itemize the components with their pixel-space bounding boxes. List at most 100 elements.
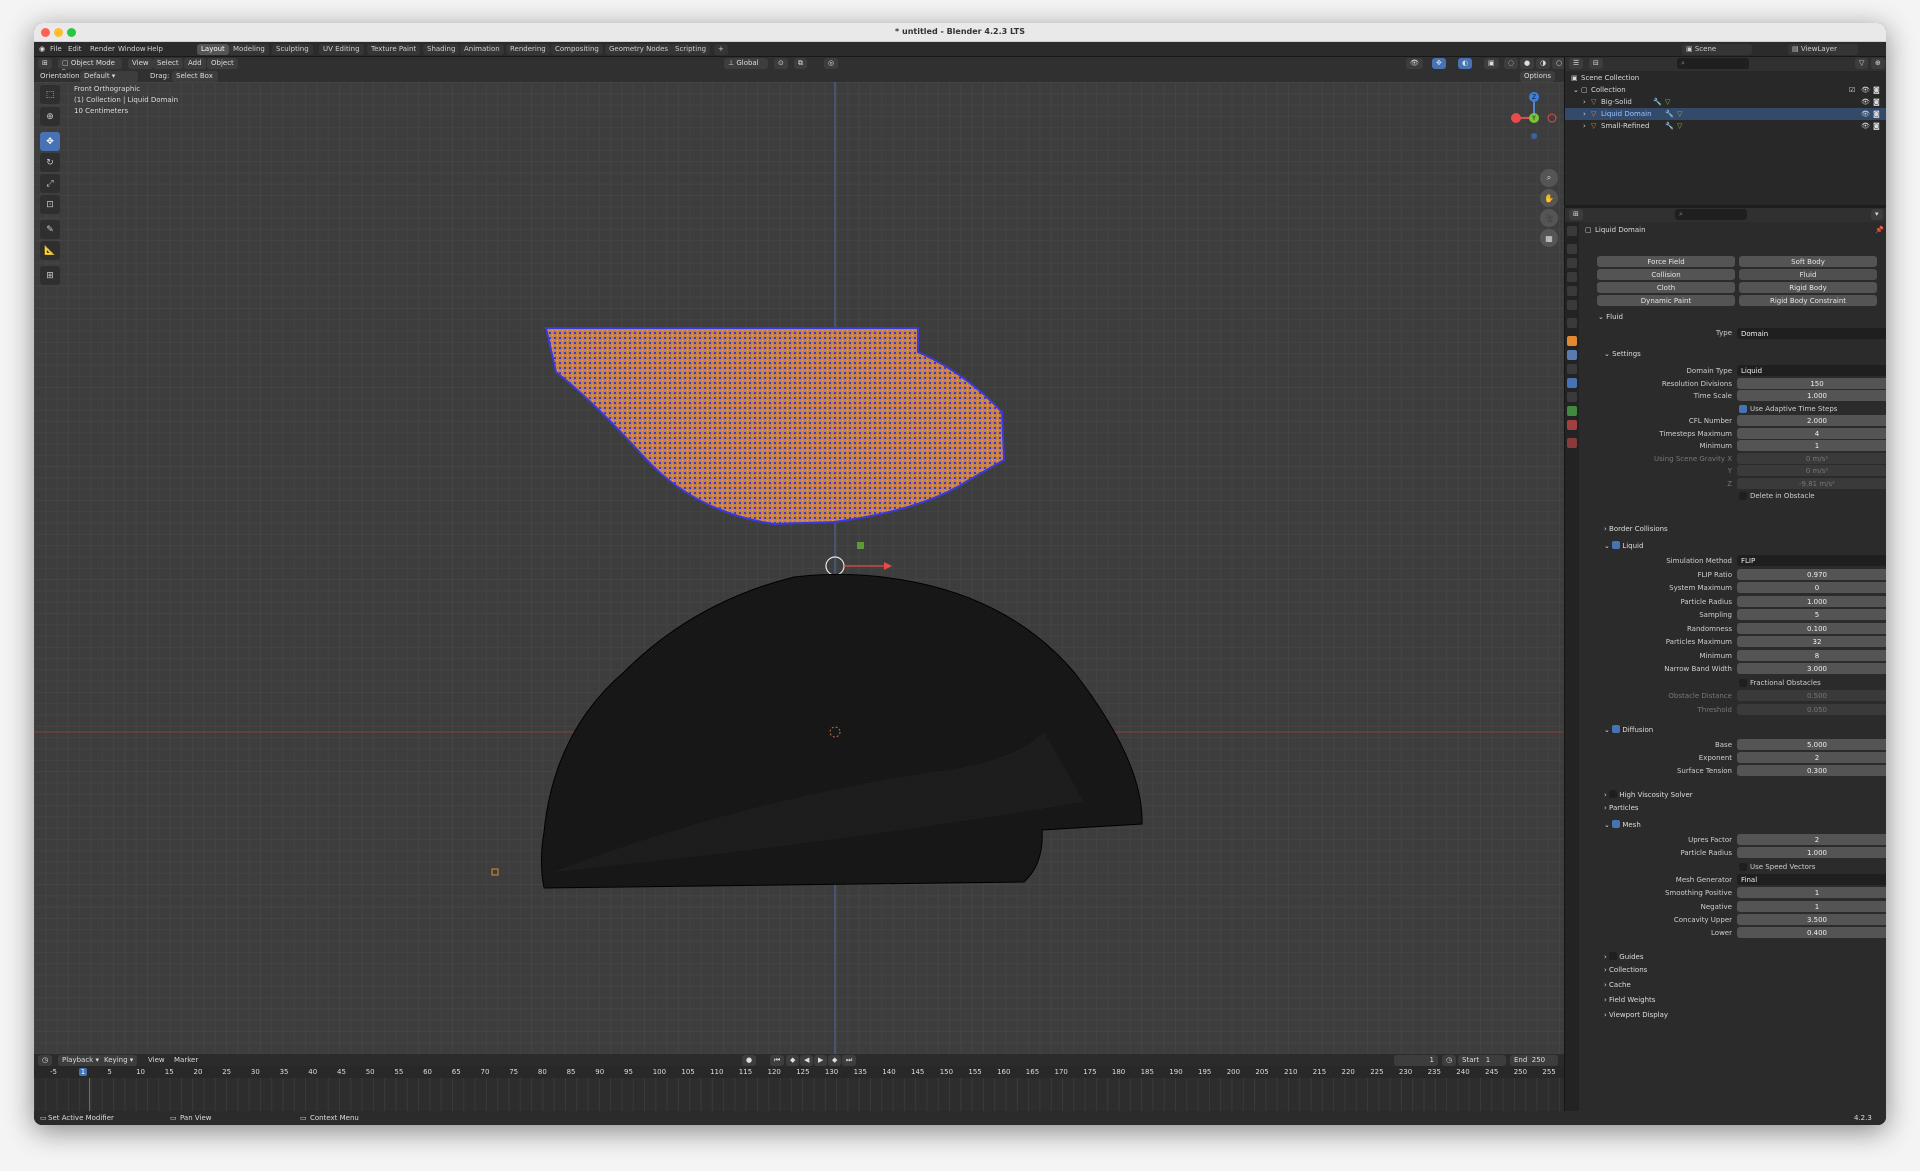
outliner-row-collection[interactable]: ⌄ ▢ Collection ☑ 👁 ◙ (1565, 84, 1886, 96)
fluid-panel-header[interactable]: ⌄ Fluid (1598, 313, 1623, 321)
high-viscosity-checkbox[interactable] (1609, 790, 1618, 798)
mesh-generator-select[interactable]: Final (1737, 873, 1886, 885)
outliner-row-liquid-domain[interactable]: › ▽ Liquid Domain 🔧 ▽ 👁 ◙ (1565, 108, 1886, 120)
sampling-field[interactable]: 5 (1737, 609, 1886, 620)
camera-icon[interactable]: ◙ (1873, 110, 1880, 118)
output-tab-icon[interactable] (1567, 258, 1577, 268)
menu-edit[interactable]: Edit (68, 45, 82, 53)
physics-tab-icon[interactable] (1567, 378, 1577, 388)
outliner-row-big-solid[interactable]: › ▽ Big-Solid 🔧 ▽ 👁 ◙ (1565, 96, 1886, 108)
jump-end-icon[interactable]: ⏭ (842, 1055, 857, 1066)
particles-maximum-field[interactable]: 32 (1737, 636, 1886, 647)
domain-type-select[interactable]: Liquid (1737, 365, 1886, 376)
current-frame-field[interactable]: 1 (1394, 1055, 1438, 1066)
view-layer-tab-icon[interactable] (1567, 272, 1577, 282)
data-tab-icon[interactable] (1567, 406, 1577, 416)
gizmo-toggle-icon[interactable]: ✥ (1432, 58, 1446, 69)
time-scale-field[interactable]: 1.000 (1737, 390, 1886, 401)
tab-texture-paint[interactable]: Texture Paint (367, 44, 421, 55)
lower-field[interactable]: 0.400 (1737, 927, 1886, 939)
start-frame-field[interactable]: Start 1 (1458, 1055, 1506, 1066)
world-tab-icon[interactable] (1567, 300, 1577, 310)
minimum-field[interactable]: 1 (1737, 440, 1886, 451)
camera-icon[interactable]: ◙ (1873, 86, 1880, 94)
material-tab-icon[interactable] (1567, 420, 1577, 430)
tab-rendering[interactable]: Rendering (506, 44, 550, 55)
expand-icon[interactable]: › (1583, 122, 1586, 130)
shading-material-icon[interactable]: ◑ (1536, 58, 1551, 69)
collision-button[interactable]: Collision (1597, 269, 1735, 280)
viewlayer-selector[interactable]: ▤ ViewLayer (1788, 44, 1858, 55)
soft-body-button[interactable]: Soft Body (1739, 256, 1877, 267)
3d-viewport[interactable]: Front Orthographic (1) Collection | Liqu… (34, 82, 1564, 1054)
proportional-edit-icon[interactable]: ◎ (824, 58, 839, 69)
new-collection-icon[interactable]: ⊕ (1871, 58, 1885, 69)
eye-icon[interactable]: 👁 (1861, 86, 1870, 94)
exponent-field[interactable]: 2 (1737, 752, 1886, 763)
tab-compositing[interactable]: Compositing (551, 44, 603, 55)
cfl-number-field[interactable]: 2.000 (1737, 415, 1886, 426)
outliner-row-small-refined[interactable]: › ▽ Small-Refined 🔧 ▽ 👁 ◙ (1565, 120, 1886, 132)
visibility-icon[interactable]: 👁 (1406, 58, 1423, 69)
particle-radius-field[interactable]: 1.000 (1737, 595, 1886, 607)
timeline-ruler[interactable]: -5 1 5 10 15 20 25 30 35 40 45 50 55 60 65 70 75 80 85 90 95… (34, 1066, 1564, 1078)
tab-uv-editing[interactable]: UV Editing (319, 44, 364, 55)
orientation-selector[interactable]: Default ▾ (80, 71, 138, 82)
diffusion-subpanel-header[interactable]: ⌄ Diffusion (1604, 724, 1653, 734)
exclude-checkbox-icon[interactable]: ☑ (1849, 86, 1855, 94)
play-reverse-icon[interactable]: ◀ (800, 1055, 814, 1066)
collection-tab-icon[interactable] (1567, 318, 1577, 328)
editor-type-icon[interactable]: ⊞ (38, 58, 52, 69)
tool-tab-icon[interactable] (1567, 226, 1577, 236)
snap-icon[interactable]: ⧉ (794, 58, 807, 69)
particles-subpanel[interactable]: › Particles (1604, 804, 1639, 812)
texture-tab-icon[interactable] (1567, 438, 1577, 448)
viewport-display-subpanel[interactable]: › Viewport Display (1604, 1011, 1668, 1019)
properties-search-input[interactable]: ⌕ (1675, 209, 1747, 220)
tab-scripting[interactable]: Scripting (671, 44, 711, 55)
outliner-search-input[interactable]: ⌕ (1677, 58, 1749, 69)
menu-select[interactable]: Select (153, 58, 183, 69)
menu-view[interactable]: View (128, 58, 153, 69)
shading-solid-icon[interactable]: ● (1520, 58, 1535, 69)
object-tab-icon[interactable] (1567, 336, 1577, 346)
surface-tension-field[interactable]: 0.300 (1737, 765, 1886, 776)
properties-editor-icon[interactable]: ⊞ (1569, 209, 1583, 220)
upres-factor-field[interactable]: 2 (1737, 834, 1886, 845)
timeline-marker-menu[interactable]: Marker (174, 1056, 198, 1064)
smoothing-positive-field[interactable]: 1 (1737, 887, 1886, 899)
eye-icon[interactable]: 👁 (1861, 110, 1870, 118)
force-field-button[interactable]: Force Field (1597, 256, 1735, 267)
delete-in-obstacle-checkbox[interactable] (1739, 492, 1747, 500)
negative-field[interactable]: 1 (1737, 900, 1886, 912)
tab-sculpting[interactable]: Sculpting (272, 44, 313, 55)
timeline-area[interactable] (34, 1078, 1564, 1111)
scene-selector[interactable]: ▣ Scene (1682, 44, 1752, 55)
eye-icon[interactable]: 👁 (1861, 122, 1870, 130)
play-icon[interactable]: ▶ (814, 1055, 828, 1066)
properties-options-icon[interactable]: ▾ (1871, 209, 1883, 220)
expand-collection-icon[interactable]: ⌄ (1573, 86, 1579, 94)
minimum-field[interactable]: 8 (1737, 649, 1886, 661)
pin-icon[interactable]: 📌 (1875, 226, 1884, 234)
fluid-button[interactable]: Fluid (1739, 269, 1877, 280)
flip-ratio-field[interactable]: 0.970 (1737, 568, 1886, 580)
keying-menu[interactable]: Keying ▾ (100, 1055, 138, 1066)
clock-icon[interactable]: ◷ (1442, 1055, 1457, 1066)
transform-orientation-selector[interactable]: ⊥ Global (724, 58, 768, 69)
overlay-toggle-icon[interactable]: ◐ (1458, 58, 1473, 69)
autokey-icon[interactable]: ● (742, 1055, 757, 1066)
particle-radius-field[interactable]: 1.000 (1737, 847, 1886, 859)
options-menu[interactable]: Options (1520, 71, 1556, 82)
add-workspace-button[interactable]: + (714, 44, 728, 55)
guides-subpanel[interactable]: › Guides (1604, 951, 1643, 961)
tab-modeling[interactable]: Modeling (229, 44, 269, 55)
filter-icon[interactable]: ▽ (1855, 58, 1869, 69)
use-speed-vectors-checkbox[interactable] (1739, 862, 1747, 871)
eye-icon[interactable]: 👁 (1861, 98, 1870, 106)
menu-file[interactable]: File (50, 45, 62, 53)
high-viscosity-subpanel[interactable]: › High Viscosity Solver (1604, 789, 1693, 799)
resolution-divisions-field[interactable]: 150 (1737, 377, 1886, 389)
next-keyframe-icon[interactable]: ◆ (828, 1055, 842, 1066)
timeline-editor-icon[interactable]: ◷ (38, 1055, 53, 1066)
